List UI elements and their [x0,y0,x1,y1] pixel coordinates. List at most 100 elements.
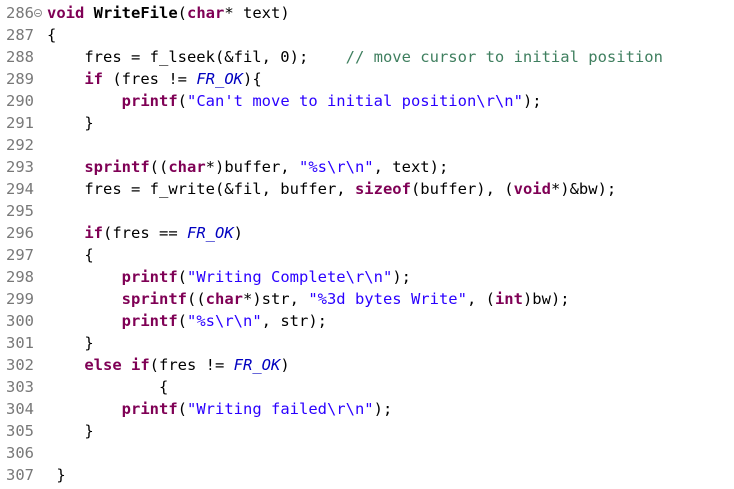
line-number: 291 [6,114,34,132]
code-token: fres = f_lseek(&fil, 0); [47,48,346,66]
code-line[interactable]: 295 [0,200,734,222]
code-line[interactable]: 286 void WriteFile(char* text) [0,2,734,24]
line-number: 298 [6,268,34,286]
line-number: 292 [6,136,34,154]
code-line[interactable]: 292 [0,134,734,156]
string-literal-token: "%s\r\n" [298,158,374,176]
code-text[interactable]: if(fres == FR_OK) [47,222,243,244]
line-gutter: 305 [0,420,40,442]
line-number: 306 [6,444,34,462]
code-token: (( [149,158,169,176]
code-token: } [47,466,66,484]
code-token: , text); [373,158,449,176]
code-text[interactable]: printf("Writing failed\r\n"); [47,398,393,420]
line-number: 301 [6,334,34,352]
code-line[interactable]: 303 { [0,376,734,398]
code-line[interactable]: 296 if(fres == FR_OK) [0,222,734,244]
keyword-token: printf [121,400,178,418]
code-line[interactable]: 305 } [0,420,734,442]
line-gutter: 295 [0,200,40,222]
line-gutter: 296 [0,222,40,244]
code-line[interactable]: 291 } [0,112,734,134]
code-line[interactable]: 288 fres = f_lseek(&fil, 0); // move cur… [0,46,734,68]
code-line[interactable]: 306 [0,442,734,464]
code-text[interactable]: printf("Can't move to initial position\r… [47,90,542,112]
code-line[interactable]: 297 { [0,244,734,266]
line-gutter: 288 [0,46,40,68]
code-token: ( [177,312,187,330]
keyword-token: if [84,224,103,242]
code-token: (( [186,290,206,308]
line-number: 302 [6,356,34,374]
code-text[interactable]: fres = f_lseek(&fil, 0); // move cursor … [47,46,663,68]
code-text[interactable]: void WriteFile(char* text) [47,2,290,24]
code-line[interactable]: 307 } [0,464,734,486]
code-editor[interactable]: 286 void WriteFile(char* text) 287{288 fre… [0,2,734,489]
line-gutter: 301 [0,332,40,354]
line-gutter: 304 [0,398,40,420]
line-gutter: 303 [0,376,40,398]
code-text[interactable]: { [47,24,56,46]
code-text[interactable]: fres = f_write(&fil, buffer, sizeof(buff… [47,178,616,200]
code-text[interactable]: } [47,420,94,442]
code-line[interactable]: 290 printf("Can't move to initial positi… [0,90,734,112]
line-number: 297 [6,246,34,264]
keyword-token: printf [121,268,178,286]
code-text[interactable]: printf("Writing Complete\r\n"); [47,266,411,288]
keyword-token: char [187,4,225,22]
code-line[interactable]: 302 else if(fres != FR_OK) [0,354,734,376]
code-text[interactable]: else if(fres != FR_OK) [47,354,290,376]
code-text[interactable]: { [47,376,168,398]
code-line[interactable]: 301 } [0,332,734,354]
macro-constant-token: FR_OK [196,70,243,88]
code-line[interactable]: 294 fres = f_write(&fil, buffer, sizeof(… [0,178,734,200]
code-token: (fres != [103,70,197,88]
code-text[interactable]: sprintf((char*)buffer, "%s\r\n", text); [47,156,448,178]
code-text[interactable]: printf("%s\r\n", str); [47,310,327,332]
keyword-token: if [131,356,150,374]
fold-collapse-icon[interactable] [34,9,42,17]
code-line[interactable]: 300 printf("%s\r\n", str); [0,310,734,332]
code-token: { [47,26,57,44]
macro-constant-token: FR_OK [187,224,234,242]
keyword-token: void [513,180,551,198]
line-number: 295 [6,202,34,220]
code-line[interactable]: 298 printf("Writing Complete\r\n"); [0,266,734,288]
keyword-token: int [494,290,523,308]
line-gutter: 286 [0,2,42,24]
code-line[interactable]: 293 sprintf((char*)buffer, "%s\r\n", tex… [0,156,734,178]
code-line[interactable]: 299 sprintf((char*)str, "%3d bytes Write… [0,288,734,310]
code-line[interactable]: 289 if (fres != FR_OK){ [0,68,734,90]
code-text[interactable]: } [47,332,93,354]
code-token: } [47,114,94,132]
code-line[interactable]: 287 { [0,24,734,46]
code-token: ); [522,92,542,110]
code-text[interactable]: sprintf((char*)str, "%3d bytes Write", (… [47,288,570,310]
code-token: } [47,422,94,440]
code-text[interactable]: if (fres != FR_OK){ [47,68,261,90]
code-line[interactable]: 304 printf("Writing failed\r\n"); [0,398,734,420]
code-token: { [47,378,169,396]
line-gutter: 287 [0,24,40,46]
keyword-token: printf [121,92,178,110]
line-number: 305 [6,422,34,440]
line-gutter: 292 [0,134,40,156]
code-token: ( [177,400,187,418]
code-text[interactable]: } [47,464,66,486]
code-token: ) [280,356,290,374]
code-text[interactable]: } [47,112,94,134]
code-token: *)str, [242,290,309,308]
line-gutter: 293 [0,156,40,178]
line-gutter: 289 [0,68,40,90]
string-literal-token: "%3d bytes Write" [308,290,467,308]
line-number: 294 [6,180,34,198]
code-text[interactable]: { [47,244,93,266]
code-token: ( [177,92,187,110]
code-token: , ( [466,290,495,308]
